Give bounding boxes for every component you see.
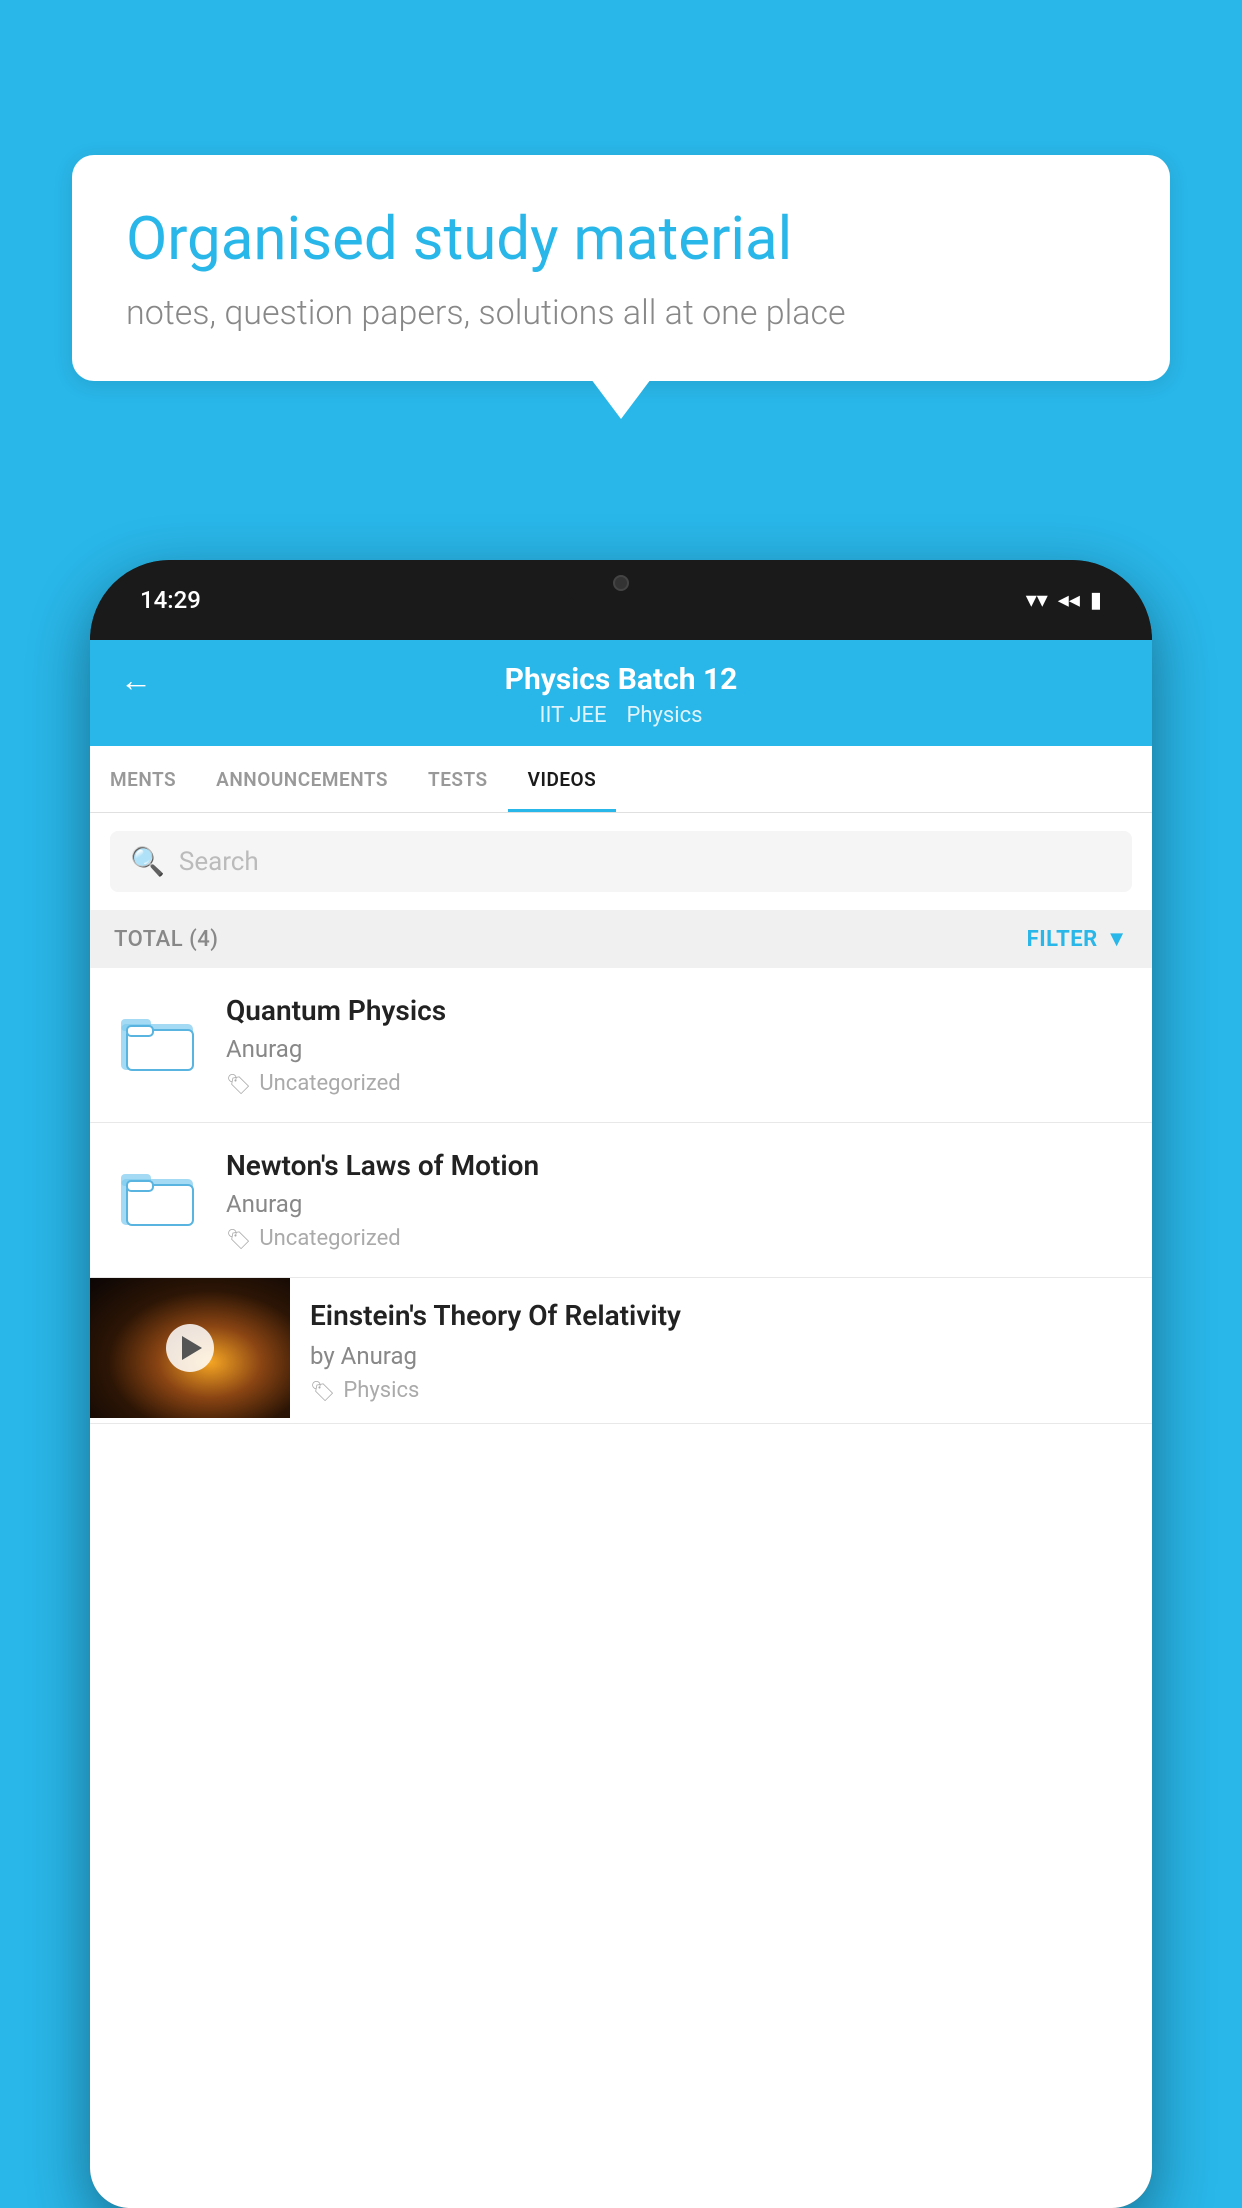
search-container: 🔍 Search <box>90 813 1152 910</box>
search-placeholder: Search <box>179 847 259 877</box>
video-title-3: Einstein's Theory Of Relativity <box>310 1298 1132 1334</box>
video-author-1: Anurag <box>226 1035 1128 1063</box>
battery-icon: ▮ <box>1090 588 1102 613</box>
video-list: Quantum Physics Anurag 🏷 Uncategorized <box>90 968 1152 1424</box>
video-author-3: by Anurag <box>310 1342 1132 1370</box>
search-icon: 🔍 <box>130 845 165 878</box>
tag-label-3: Physics <box>343 1378 419 1403</box>
notch <box>561 560 681 605</box>
play-button[interactable] <box>166 1324 214 1372</box>
list-item[interactable]: Einstein's Theory Of Relativity by Anura… <box>90 1278 1152 1424</box>
app-subtitle: IIT JEE Physics <box>120 703 1122 728</box>
folder-thumb-2 <box>114 1149 204 1239</box>
filter-funnel-icon: ▼ <box>1106 926 1128 952</box>
video-tag-2: 🏷 Uncategorized <box>226 1226 1128 1251</box>
video-title-2: Newton's Laws of Motion <box>226 1149 1128 1182</box>
app-title: Physics Batch 12 <box>505 662 738 697</box>
status-time: 14:29 <box>140 586 201 614</box>
tab-tests[interactable]: TESTS <box>408 746 508 812</box>
speech-bubble: Organised study material notes, question… <box>72 155 1170 381</box>
total-count: TOTAL (4) <box>114 927 218 952</box>
folder-icon-1 <box>119 1004 199 1074</box>
video-title-1: Quantum Physics <box>226 994 1128 1027</box>
status-icons: ▾▾ ◂◂ ▮ <box>1026 588 1102 613</box>
wifi-icon: ▾▾ <box>1026 588 1048 613</box>
filter-button[interactable]: FILTER ▼ <box>1027 926 1128 952</box>
video-tag-1: 🏷 Uncategorized <box>226 1071 1128 1096</box>
signal-icon: ◂◂ <box>1058 588 1080 613</box>
tag-icon-2: 🏷 <box>226 1227 251 1251</box>
play-triangle-icon <box>182 1336 202 1360</box>
phone-screen: ← Physics Batch 12 IIT JEE Physics MENTS… <box>90 640 1152 2208</box>
tabs-container: MENTS ANNOUNCEMENTS TESTS VIDEOS <box>90 746 1152 813</box>
app-header-top: ← Physics Batch 12 <box>120 662 1122 697</box>
tab-announcements[interactable]: ANNOUNCEMENTS <box>196 746 408 812</box>
phone-frame: 14:29 ▾▾ ◂◂ ▮ ← Physics Batch 12 IIT JEE… <box>90 560 1152 2208</box>
video-author-2: Anurag <box>226 1190 1128 1218</box>
search-bar[interactable]: 🔍 Search <box>110 831 1132 892</box>
back-button[interactable]: ← <box>120 661 152 699</box>
video-info-1: Quantum Physics Anurag 🏷 Uncategorized <box>226 994 1128 1096</box>
list-item[interactable]: Newton's Laws of Motion Anurag 🏷 Uncateg… <box>90 1123 1152 1278</box>
einstein-thumbnail <box>90 1278 290 1418</box>
tab-videos[interactable]: VIDEOS <box>508 746 617 812</box>
tab-ments[interactable]: MENTS <box>90 746 196 812</box>
video-tag-3: 🏷 Physics <box>310 1378 1132 1403</box>
filter-label: FILTER <box>1027 927 1098 952</box>
folder-thumb-1 <box>114 994 204 1084</box>
subtitle-physics: Physics <box>626 703 702 728</box>
tag-label-2: Uncategorized <box>259 1226 400 1251</box>
tag-icon-3: 🏷 <box>310 1379 335 1403</box>
folder-icon-2 <box>119 1159 199 1229</box>
video-info-2: Newton's Laws of Motion Anurag 🏷 Uncateg… <box>226 1149 1128 1251</box>
subtitle-iit: IIT JEE <box>540 703 607 728</box>
notch-camera <box>613 575 629 591</box>
video-info-3: Einstein's Theory Of Relativity by Anura… <box>290 1278 1152 1423</box>
app-header: ← Physics Batch 12 IIT JEE Physics <box>90 640 1152 746</box>
tag-icon-1: 🏷 <box>226 1072 251 1096</box>
list-item[interactable]: Quantum Physics Anurag 🏷 Uncategorized <box>90 968 1152 1123</box>
filter-bar: TOTAL (4) FILTER ▼ <box>90 910 1152 968</box>
speech-bubble-title: Organised study material <box>126 203 1116 275</box>
speech-bubble-subtitle: notes, question papers, solutions all at… <box>126 293 1116 333</box>
tag-label-1: Uncategorized <box>259 1071 400 1096</box>
status-bar: 14:29 ▾▾ ◂◂ ▮ <box>90 560 1152 640</box>
